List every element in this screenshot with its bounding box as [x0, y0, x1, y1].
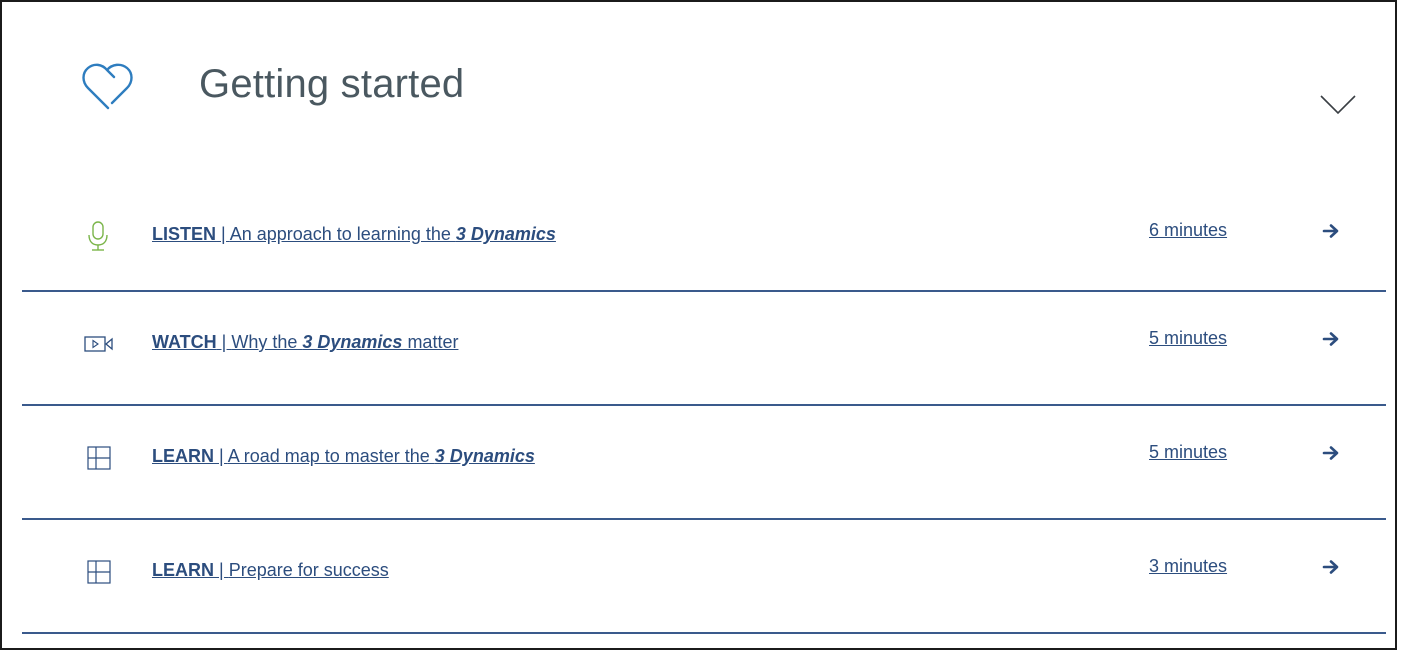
item-emphasis: 3 Dynamics [434, 446, 535, 466]
item-verb: LEARN [152, 446, 214, 466]
list-item[interactable]: LEARN | A road map to master the 3 Dynam… [22, 406, 1386, 520]
item-verb: WATCH [152, 332, 217, 352]
item-link[interactable]: LEARN | A road map to master the 3 Dynam… [152, 446, 535, 467]
item-verb: LISTEN [152, 224, 217, 244]
list-item[interactable]: WATCH | Why the 3 Dynamics matter 5 minu… [22, 292, 1386, 406]
item-text: An approach to learning the [229, 224, 456, 244]
list-item[interactable]: LEARN | Prepare for success 3 minutes [22, 520, 1386, 634]
section-header[interactable]: Getting started [2, 2, 1395, 182]
item-link[interactable]: LISTEN | An approach to learning the 3 D… [152, 224, 556, 245]
item-text: Why the [231, 332, 303, 352]
video-camera-icon [84, 336, 113, 352]
list-item[interactable]: LISTEN | An approach to learning the 3 D… [22, 182, 1386, 292]
microphone-icon [88, 221, 108, 251]
heart-outline-icon [82, 63, 133, 110]
item-emphasis: 3 Dynamics [455, 224, 556, 244]
item-emphasis: 3 Dynamics [302, 332, 403, 352]
section-title: Getting started [199, 62, 465, 106]
arrow-right-icon[interactable] [1322, 222, 1340, 240]
layout-grid-icon [87, 560, 111, 584]
arrow-right-icon[interactable] [1322, 444, 1340, 462]
item-separator: | [216, 224, 230, 244]
item-text: A road map to master the [227, 446, 435, 466]
item-link[interactable]: WATCH | Why the 3 Dynamics matter [152, 332, 458, 353]
arrow-right-icon[interactable] [1322, 558, 1340, 576]
getting-started-panel: Getting started LISTEN | An approach to … [0, 0, 1397, 650]
item-duration[interactable]: 5 minutes [1149, 442, 1227, 463]
item-duration[interactable]: 6 minutes [1149, 220, 1227, 241]
item-text: Prepare for success [228, 560, 389, 580]
item-duration[interactable]: 3 minutes [1149, 556, 1227, 577]
item-text-after: matter [402, 332, 459, 352]
arrow-right-icon[interactable] [1322, 330, 1340, 348]
content-list: LISTEN | An approach to learning the 3 D… [22, 182, 1386, 634]
item-verb: LEARN [152, 560, 214, 580]
chevron-down-icon[interactable] [1320, 94, 1356, 116]
layout-grid-icon [87, 446, 111, 470]
item-separator: | [214, 446, 228, 466]
item-separator: | [214, 560, 229, 580]
item-separator: | [216, 332, 232, 352]
item-link[interactable]: LEARN | Prepare for success [152, 560, 389, 581]
item-duration[interactable]: 5 minutes [1149, 328, 1227, 349]
